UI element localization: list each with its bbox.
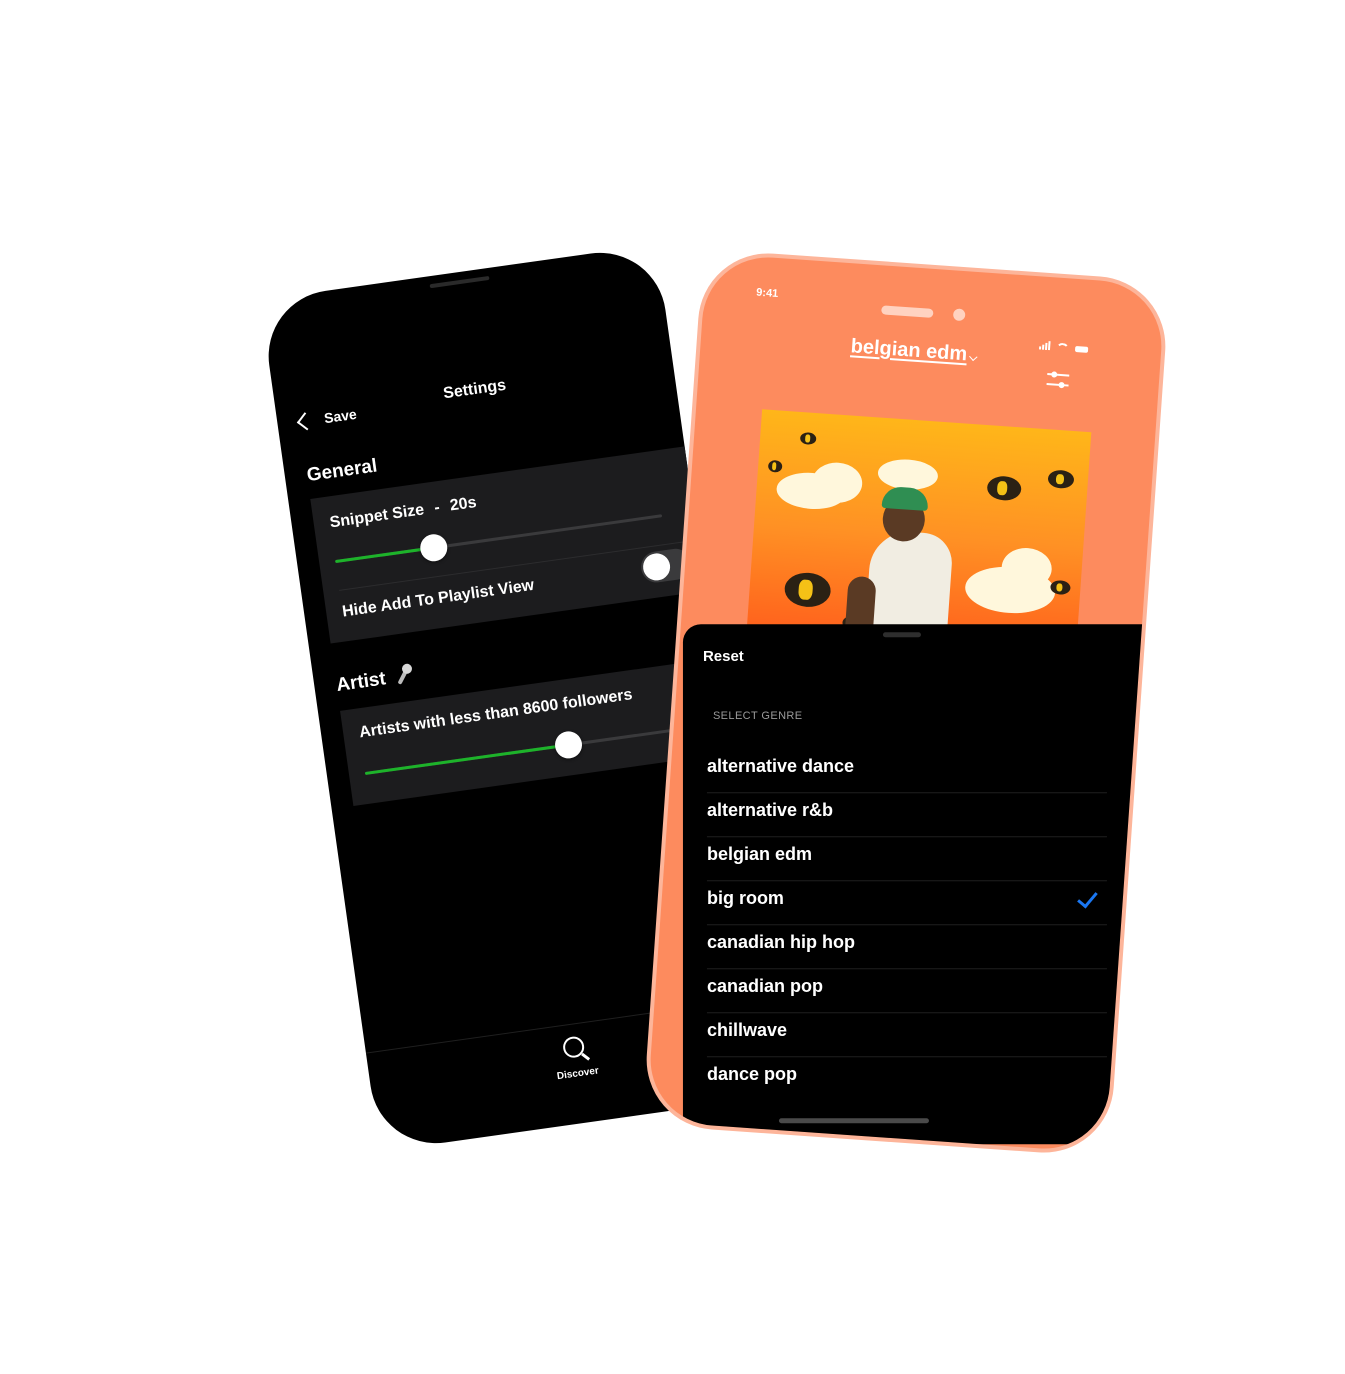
reset-button[interactable]: Reset	[703, 648, 744, 665]
battery-icon	[1074, 345, 1089, 353]
hide-add-to-playlist-label: Hide Add To Playlist View	[341, 576, 536, 621]
genre-item[interactable]: alternative dance	[706, 748, 1107, 794]
tab-discover-label: Discover	[556, 1065, 600, 1083]
section-title-general: General	[305, 455, 379, 487]
page-title: Settings	[442, 376, 508, 403]
speaker-grille	[429, 275, 490, 289]
genre-item[interactable]: big room	[706, 880, 1107, 926]
microphone-icon	[397, 662, 414, 685]
followers-slider-fill	[364, 743, 568, 776]
genre-item[interactable]: dance pop	[707, 1056, 1107, 1100]
speaker-pill	[881, 305, 934, 318]
tab-discover[interactable]: Discover	[538, 1032, 613, 1084]
snippet-size-label: Snippet Size - 20s	[328, 493, 478, 532]
home-indicator	[778, 1118, 929, 1124]
toggle-knob	[641, 551, 672, 583]
genre-item[interactable]: canadian hip hop	[706, 924, 1107, 970]
genre-picker-sheet: Reset SELECT GENRE alternative dance alt…	[682, 624, 1171, 1145]
genre-item[interactable]: canadian pop	[706, 968, 1107, 1014]
discover-phone: 9:41 belgian edm Reset SELECT GENRE alte…	[641, 248, 1171, 1158]
snippet-slider-fill	[335, 546, 434, 564]
checkmark-icon	[1077, 886, 1098, 909]
sheet-grabber[interactable]	[882, 632, 921, 638]
genre-item[interactable]: alternative r&b	[706, 792, 1107, 838]
status-icons	[1038, 340, 1089, 353]
genre-item[interactable]: chillwave	[706, 1012, 1107, 1058]
snippet-size-value: 20s	[448, 493, 478, 515]
section-title-artist: Artist	[335, 662, 414, 697]
camera-dot	[952, 308, 966, 322]
followers-slider-thumb[interactable]	[552, 729, 584, 761]
snippet-slider-thumb[interactable]	[418, 532, 450, 564]
filter-sliders-icon[interactable]	[1046, 369, 1070, 390]
select-genre-header: SELECT GENRE	[712, 710, 803, 723]
signal-icon	[1038, 340, 1051, 351]
genre-item[interactable]: belgian edm	[706, 836, 1107, 882]
followers-label: Artists with less than 8600 followers	[358, 686, 634, 742]
status-time: 9:41	[755, 286, 779, 301]
wifi-icon	[1055, 342, 1070, 352]
chevron-down-icon[interactable]	[969, 352, 978, 362]
genre-title[interactable]: belgian edm	[850, 335, 968, 366]
search-icon	[561, 1035, 591, 1061]
